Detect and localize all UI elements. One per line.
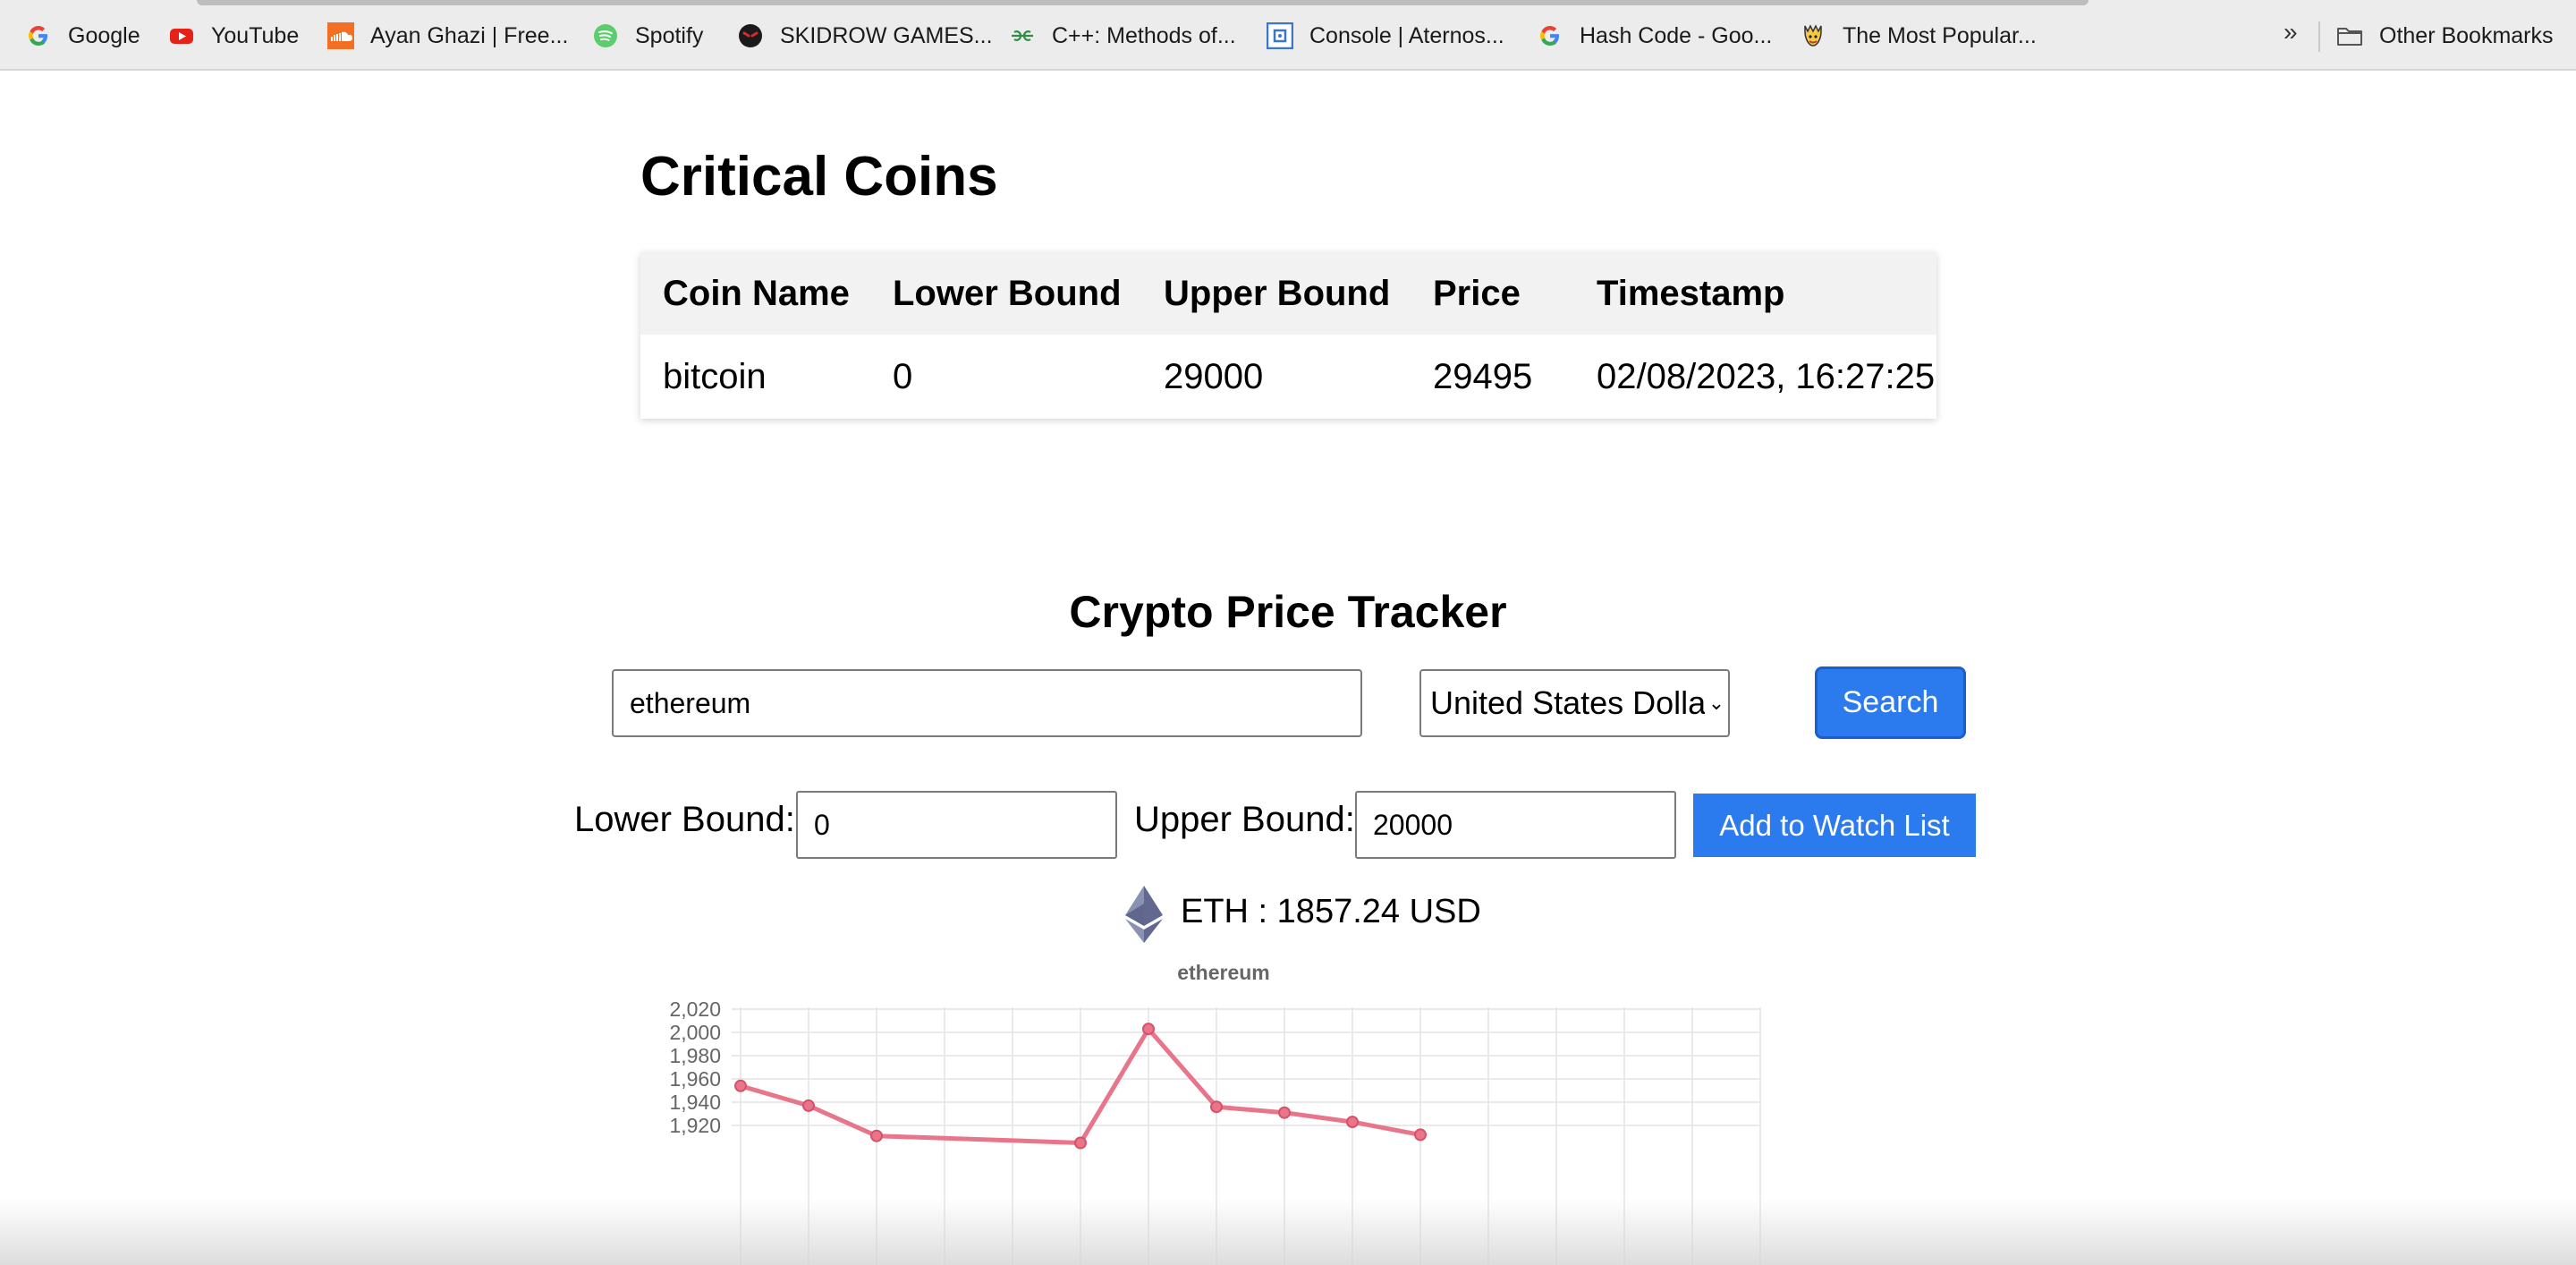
other-bookmarks[interactable]: Other Bookmarks	[2336, 18, 2554, 54]
chart-data-point	[1346, 1116, 1359, 1129]
col-header-timestamp: Timestamp	[1574, 252, 1936, 335]
search-button[interactable]: Search	[1815, 666, 1966, 739]
bookmark-ayan-ghazi[interactable]: Ayan Ghazi | Free...	[327, 18, 568, 54]
col-header-coin-name: Coin Name	[640, 252, 870, 335]
chart-data-point	[1074, 1136, 1087, 1150]
cell-timestamp: 02/08/2023, 16:27:25	[1574, 335, 1936, 419]
cell-upper-bound: 29000	[1141, 335, 1411, 419]
chart-data-point	[802, 1099, 815, 1112]
other-bookmarks-label: Other Bookmarks	[2379, 22, 2554, 48]
bookmarks-bar: Google YouTube Ayan Ghazi | Free... Spot…	[0, 0, 2576, 71]
y-tick-label: 1,920	[669, 1114, 721, 1137]
bookmark-label: The Most Popular...	[1843, 22, 2037, 48]
skidrow-icon	[739, 24, 762, 47]
critical-coins-title: Critical Coins	[640, 146, 998, 208]
bookmark-google[interactable]: Google	[25, 18, 140, 54]
bookmark-skidrow[interactable]: SKIDROW GAMES...	[737, 18, 993, 54]
bookmark-label: YouTube	[211, 22, 300, 48]
bookmark-most-popular[interactable]: The Most Popular...	[1800, 18, 2037, 54]
chart-title: ethereum	[1177, 961, 1270, 984]
lower-bound-label: Lower Bound:	[574, 800, 795, 839]
chart-data-point	[734, 1079, 747, 1092]
coin-search-input[interactable]	[612, 669, 1362, 737]
chart-data-point	[1142, 1023, 1155, 1036]
chart-data-point	[870, 1129, 883, 1142]
y-tick-label: 2,000	[669, 1021, 721, 1044]
upper-bound-label: Upper Bound:	[1134, 800, 1355, 839]
y-tick-label: 1,960	[669, 1067, 721, 1091]
col-header-price: Price	[1411, 252, 1574, 335]
tracker-title: Crypto Price Tracker	[1069, 587, 1507, 637]
chart-data-point	[1210, 1100, 1223, 1114]
lower-bound-input[interactable]: 0	[796, 791, 1117, 859]
window-scroll-indicator	[197, 0, 2089, 5]
y-tick-label: 2,020	[669, 998, 721, 1021]
aternos-icon	[1267, 22, 1293, 49]
chart-data-point	[1278, 1106, 1291, 1119]
cell-price: 29495	[1411, 335, 1574, 419]
bookmark-label: Google	[68, 22, 140, 48]
bookmarks-divider	[2318, 21, 2320, 52]
geeksforgeeks-icon	[1012, 30, 1033, 41]
chevron-down-icon: ⌄	[1707, 692, 1725, 714]
bookmark-label: SKIDROW GAMES...	[780, 22, 993, 48]
cell-lower-bound: 0	[870, 335, 1141, 419]
cell-coin-name: bitcoin	[640, 335, 870, 419]
currency-select[interactable]: United States Dollar (U ⌄	[1419, 669, 1730, 737]
chart-data-point	[1414, 1128, 1427, 1142]
price-history-chart: ethereum 1,9201,9401,9601,9802,0002,020	[669, 961, 1761, 1265]
table-header-row: Coin Name Lower Bound Upper Bound Price …	[640, 252, 1936, 335]
bookmark-label: Console | Aternos...	[1309, 22, 1504, 48]
current-price-text: ETH : 1857.24 USD	[1181, 893, 1481, 930]
popular-site-icon	[1804, 24, 1822, 47]
col-header-upper-bound: Upper Bound	[1141, 252, 1411, 335]
bookmark-label: Spotify	[635, 22, 704, 48]
folder-icon	[2337, 28, 2362, 46]
critical-coins-table: Coin Name Lower Bound Upper Bound Price …	[640, 252, 1936, 419]
bookmark-label: C++: Methods of...	[1052, 22, 1236, 48]
bookmark-cpp-methods[interactable]: C++: Methods of...	[1009, 18, 1236, 54]
y-tick-label: 1,980	[669, 1044, 721, 1067]
bookmark-youtube[interactable]: YouTube	[168, 18, 299, 54]
currency-selected-value: United States Dollar (U	[1430, 684, 1705, 721]
table-row: bitcoin 0 29000 29495 02/08/2023, 16:27:…	[640, 335, 1936, 419]
soundcloud-icon	[327, 22, 354, 49]
bookmark-label: Ayan Ghazi | Free...	[370, 22, 569, 48]
col-header-lower-bound: Lower Bound	[870, 252, 1141, 335]
upper-bound-input[interactable]: 20000	[1355, 791, 1676, 859]
youtube-icon	[170, 29, 193, 44]
spotify-icon	[594, 24, 617, 47]
google-icon	[1540, 26, 1559, 46]
bookmark-console-aternos[interactable]: Console | Aternos...	[1267, 18, 1504, 54]
bookmark-spotify[interactable]: Spotify	[592, 18, 703, 54]
google-icon	[29, 26, 47, 46]
bookmarks-overflow-chevron[interactable]: »	[2284, 18, 2298, 47]
chart-y-axis: 1,9201,9401,9601,9802,0002,020	[669, 998, 721, 1137]
add-to-watch-list-button[interactable]: Add to Watch List	[1693, 794, 1976, 857]
bookmark-hash-code[interactable]: Hash Code - Goo...	[1537, 18, 1772, 54]
y-tick-label: 1,940	[669, 1091, 721, 1114]
ethereum-icon	[1125, 886, 1163, 943]
bookmark-label: Hash Code - Goo...	[1580, 22, 1773, 48]
